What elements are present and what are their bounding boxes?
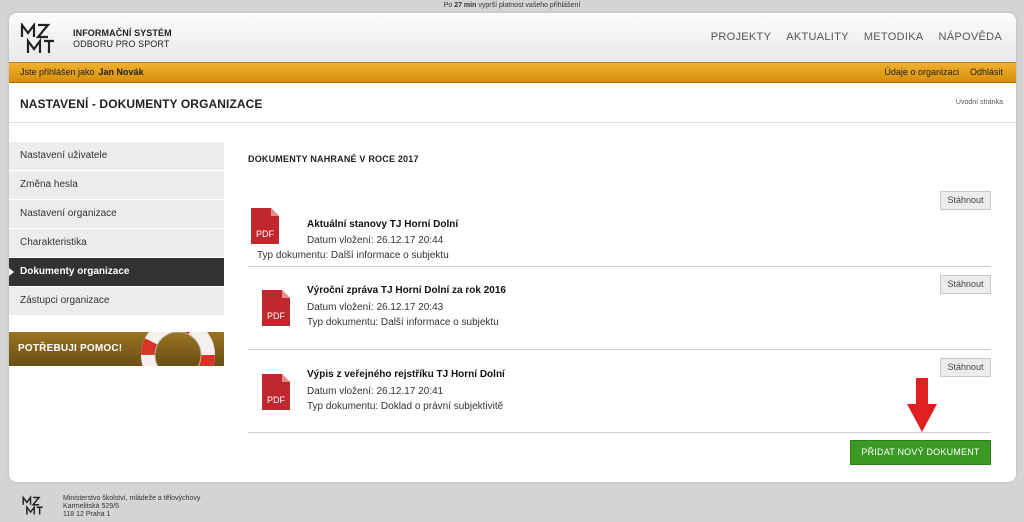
nav-metodika[interactable]: METODIKA bbox=[864, 31, 924, 43]
footer-street: Karmelitská 529/5 bbox=[63, 503, 120, 510]
user-bar: Jste přihlášen jako Jan Novák Údaje o org… bbox=[9, 62, 1016, 83]
title-bar: NASTAVENÍ - DOKUMENTY ORGANIZACE Úvodní … bbox=[9, 83, 1016, 123]
session-prefix: Po bbox=[443, 2, 453, 9]
pdf-label: PDF bbox=[267, 311, 286, 321]
document-date: Datum vložení: 26.12.17 20:44 bbox=[307, 235, 444, 246]
download-button[interactable]: Stáhnout bbox=[940, 191, 991, 210]
organization-details-link[interactable]: Údaje o organizaci bbox=[884, 63, 959, 82]
nav-projekty[interactable]: PROJEKTY bbox=[711, 31, 771, 43]
pdf-file-icon[interactable]: PDF bbox=[262, 290, 290, 326]
session-timeout-notice: Po 27 min vyprší platnost vašeho přihláš… bbox=[0, 0, 1024, 11]
document-type: Typ dokumentu: Další informace o subjekt… bbox=[257, 250, 449, 261]
nav-napoveda[interactable]: NÁPOVĚDA bbox=[938, 31, 1002, 43]
home-link[interactable]: Úvodní stránka bbox=[956, 99, 1003, 106]
document-row: Stáhnout PDF Výroční zpráva TJ Horní Dol… bbox=[248, 267, 991, 350]
red-arrow-down-icon bbox=[907, 378, 937, 432]
footer-city: 118 12 Praha 1 bbox=[63, 511, 111, 518]
page-title: NASTAVENÍ - DOKUMENTY ORGANIZACE bbox=[20, 97, 263, 111]
lifebuoy-icon bbox=[141, 332, 215, 366]
sidebar-item-characteristics[interactable]: Charakteristika bbox=[9, 229, 224, 258]
footer-address: Ministerstvo školství, mládeže a tělovýc… bbox=[63, 495, 200, 519]
footer: Ministerstvo školství, mládeže a tělovýc… bbox=[0, 485, 1024, 522]
document-name[interactable]: Výpis z veřejného rejstříku TJ Horní Dol… bbox=[307, 369, 505, 380]
document-type: Typ dokumentu: Další informace o subjekt… bbox=[307, 317, 499, 328]
system-title-line2: ODBORU PRO SPORT bbox=[73, 39, 170, 49]
help-banner-label: POTŘEBUJI POMOC! bbox=[18, 343, 123, 354]
logout-link[interactable]: Odhlásit bbox=[970, 63, 1003, 82]
download-button[interactable]: Stáhnout bbox=[940, 275, 991, 294]
document-name[interactable]: Výroční zpráva TJ Horní Dolní za rok 201… bbox=[307, 285, 506, 296]
session-minutes: 27 min bbox=[454, 2, 477, 9]
document-row: Stáhnout PDF Aktuální stanovy TJ Horní D… bbox=[248, 177, 991, 267]
sidebar-item-documents[interactable]: Dokumenty organizace bbox=[9, 258, 224, 287]
sidebar-item-change-password[interactable]: Změna hesla bbox=[9, 171, 224, 200]
sidebar-item-representatives[interactable]: Zástupci organizace bbox=[9, 287, 224, 316]
sidebar: Nastavení uživatele Změna hesla Nastaven… bbox=[9, 142, 224, 366]
document-name[interactable]: Aktuální stanovy TJ Horní Dolní bbox=[307, 219, 458, 230]
pdf-file-icon[interactable]: PDF bbox=[262, 374, 290, 410]
logged-in-label: Jste přihlášen jako bbox=[20, 67, 95, 77]
header: INFORMAČNÍ SYSTÉM ODBORU PRO SPORT PROJE… bbox=[9, 13, 1016, 62]
main-nav: PROJEKTY AKTUALITY METODIKA NÁPOVĚDA bbox=[711, 31, 1002, 43]
document-type: Typ dokumentu: Doklad o právní subjektiv… bbox=[307, 401, 504, 412]
msmt-footer-logo-icon bbox=[22, 495, 43, 515]
session-suffix: vyprší platnost vašeho přihlášení bbox=[478, 2, 581, 9]
system-title: INFORMAČNÍ SYSTÉM ODBORU PRO SPORT bbox=[73, 28, 172, 50]
sidebar-item-organization-settings[interactable]: Nastavení organizace bbox=[9, 200, 224, 229]
logged-in-as: Jste přihlášen jako Jan Novák bbox=[20, 63, 144, 82]
pdf-label: PDF bbox=[256, 229, 275, 239]
sidebar-item-user-settings[interactable]: Nastavení uživatele bbox=[9, 142, 224, 171]
add-document-button[interactable]: PŘIDAT NOVÝ DOKUMENT bbox=[850, 440, 991, 465]
footer-ministry: Ministerstvo školství, mládeže a tělovýc… bbox=[63, 495, 201, 502]
user-links: Údaje o organizaci Odhlásit bbox=[884, 63, 1003, 82]
document-date: Datum vložení: 26.12.17 20:41 bbox=[307, 386, 444, 397]
system-title-line1: INFORMAČNÍ SYSTÉM bbox=[73, 28, 172, 38]
help-banner[interactable]: POTŘEBUJI POMOC! bbox=[9, 332, 224, 366]
pdf-label: PDF bbox=[267, 395, 286, 405]
document-row: Stáhnout PDF Výpis z veřejného rejstříku… bbox=[248, 350, 991, 433]
user-name: Jan Novák bbox=[98, 67, 144, 77]
app-card: INFORMAČNÍ SYSTÉM ODBORU PRO SPORT PROJE… bbox=[9, 13, 1016, 482]
document-date: Datum vložení: 26.12.17 20:43 bbox=[307, 302, 444, 313]
nav-aktuality[interactable]: AKTUALITY bbox=[786, 31, 849, 43]
section-title: DOKUMENTY NAHRANÉ V ROCE 2017 bbox=[248, 154, 419, 164]
download-button[interactable]: Stáhnout bbox=[940, 358, 991, 377]
msmt-logo-icon[interactable] bbox=[20, 23, 66, 55]
pdf-file-icon[interactable]: PDF bbox=[251, 208, 279, 244]
